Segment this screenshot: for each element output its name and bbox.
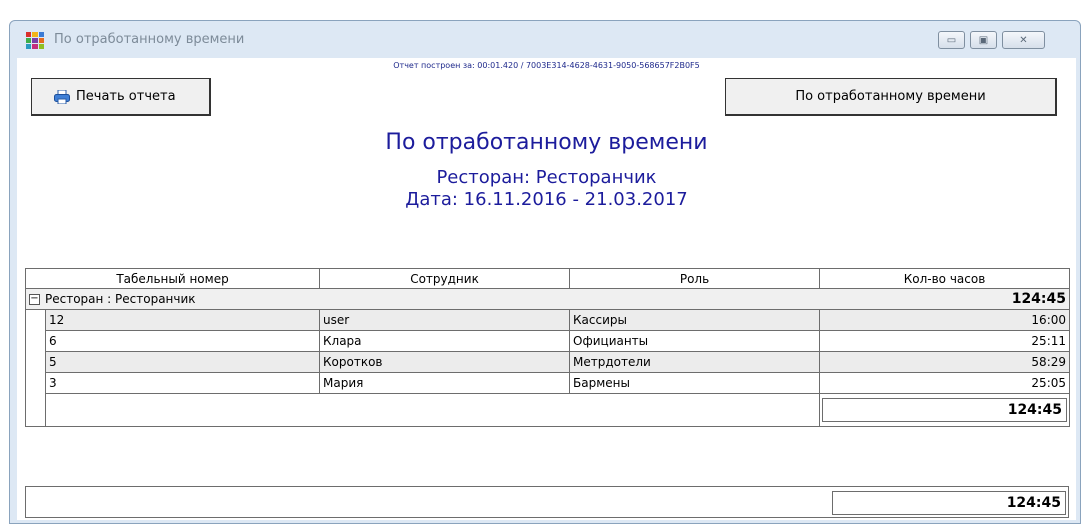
cell-id: 12 [44,309,321,331]
group-label: Ресторан : Ресторанчик [45,292,196,306]
close-button[interactable]: ✕ [1002,31,1045,49]
report-build-info: Отчет построен за: 00:01.420 / 7003E314-… [393,61,700,70]
app-icon [26,32,44,49]
cell-id: 6 [44,330,321,352]
group-subtotal-row: 124:45 [25,393,1071,427]
table-row[interactable]: 6 Клара Официанты 25:11 [25,330,1071,352]
report-subtitle: Ресторан: Ресторанчик Дата: 16.11.2016 -… [17,167,1076,211]
cell-role: Бармены [569,372,821,394]
report-table: Табельный номер Сотрудник Роль Кол-во ча… [24,268,1071,427]
close-icon: ✕ [1019,34,1028,46]
cell-employee: Мария [319,372,571,394]
column-header-id[interactable]: Табельный номер [24,268,321,289]
report-area: Отчет построен за: 00:01.420 / 7003E314-… [17,58,1076,520]
title-bar[interactable]: По отработанному времени ▭ ▣ ✕ [10,21,1080,57]
table-row[interactable]: 5 Коротков Метрдотели 58:29 [25,351,1071,373]
grand-total-row: 124:45 [25,486,1069,518]
window-title: По отработанному времени [54,32,245,47]
report-type-label: По отработанному времени [795,89,986,104]
column-header-hours[interactable]: Кол-во часов [819,268,1071,289]
cell-id: 5 [44,351,321,373]
cell-role: Официанты [569,330,821,352]
cell-hours: 58:29 [819,351,1071,373]
report-type-button[interactable]: По отработанному времени [725,78,1057,116]
minimize-button[interactable]: ▭ [938,31,965,49]
cell-role: Кассиры [569,309,821,331]
table-row[interactable]: 3 Мария Бармены 25:05 [25,372,1071,394]
cell-hours: 25:05 [819,372,1071,394]
minimize-icon: ▭ [946,34,957,46]
cell-employee: user [319,309,571,331]
group-row[interactable]: − Ресторан : Ресторанчик 124:45 [24,288,1071,310]
date-range-line: Дата: 16.11.2016 - 21.03.2017 [405,189,688,210]
group-total: 124:45 [819,288,1071,310]
report-window: По отработанному времени ▭ ▣ ✕ Отчет пос… [9,20,1081,524]
cell-employee: Клара [319,330,571,352]
collapse-icon[interactable]: − [29,294,40,305]
column-header-role[interactable]: Роль [569,268,821,289]
restaurant-line: Ресторан: Ресторанчик [436,167,657,188]
column-header-employee[interactable]: Сотрудник [319,268,571,289]
cell-employee: Коротков [319,351,571,373]
maximize-button[interactable]: ▣ [970,31,997,49]
report-title: По отработанному времени [385,130,708,155]
cell-hours: 16:00 [819,309,1071,331]
cell-id: 3 [44,372,321,394]
group-subtotal: 124:45 [822,398,1068,422]
cell-hours: 25:11 [819,330,1071,352]
printer-icon [54,89,70,104]
print-report-label: Печать отчета [76,89,176,104]
print-report-button[interactable]: Печать отчета [31,78,211,116]
cell-role: Метрдотели [569,351,821,373]
grand-total: 124:45 [832,491,1066,515]
table-row[interactable]: 12 user Кассиры 16:00 [25,309,1071,331]
maximize-icon: ▣ [978,34,989,46]
